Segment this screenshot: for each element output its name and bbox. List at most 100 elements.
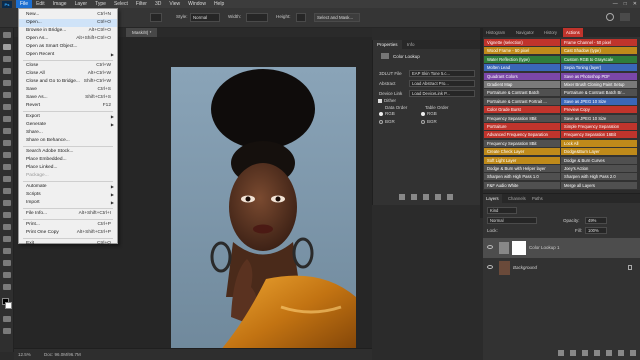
menu-edit[interactable]: Edit [32, 0, 49, 8]
quick-select-tool-icon[interactable] [3, 68, 11, 74]
blend-mode-select[interactable]: Normal [487, 217, 537, 224]
action-button[interactable]: Cast Shadow (type) [561, 47, 637, 55]
file-menu-item[interactable]: Browse in Bridge... Alt+Ctrl+O [19, 27, 117, 35]
more-tools-icon[interactable] [3, 284, 11, 290]
background-color-swatch[interactable] [5, 302, 12, 309]
frame-tool-icon[interactable] [3, 92, 11, 98]
view-previous-icon[interactable] [411, 194, 417, 200]
visibility-eye-icon[interactable] [487, 265, 493, 269]
fill-field[interactable]: 100% [585, 227, 607, 234]
close-icon[interactable]: ✕ [633, 1, 637, 7]
action-button[interactable]: Dodge&Burn Layer [561, 148, 637, 156]
gradient-tool-icon[interactable] [3, 176, 11, 182]
link-layers-icon[interactable] [558, 350, 564, 356]
shape-tool-icon[interactable] [3, 248, 11, 254]
action-button[interactable]: Simple Frequency Separation [561, 123, 637, 130]
lut-file-select[interactable]: EAP Skin Tone 5.c... [409, 70, 475, 77]
select-and-mask-button[interactable]: Select and Mask... [314, 13, 360, 22]
search-icon[interactable] [606, 13, 614, 21]
file-menu-item[interactable]: Print One Copy Alt+Shift+Ctrl+P [19, 229, 117, 237]
table-order-rgb-radio[interactable] [421, 112, 425, 116]
file-menu-item[interactable]: Place Linked... [19, 164, 117, 172]
action-button[interactable]: Lock All [561, 139, 637, 147]
menu-type[interactable]: Type [91, 0, 110, 8]
action-button[interactable]: Frequency Separation 16Bit [561, 131, 637, 139]
action-button[interactable]: Sharpen with High Pass 1.0 [484, 173, 560, 181]
menu-3d[interactable]: 3D [151, 0, 165, 8]
file-menu-item[interactable]: Close Ctrl+W [19, 62, 117, 70]
tab-actions[interactable]: Actions [563, 28, 583, 37]
width-field[interactable] [246, 13, 268, 22]
pen-tool-icon[interactable] [3, 212, 11, 218]
tab-histogram[interactable]: Histogram [483, 28, 508, 37]
layer-name[interactable]: Color Lookup 1 [529, 245, 560, 250]
feather-field[interactable] [150, 13, 162, 22]
zoom-level[interactable]: 12.5% [18, 352, 31, 357]
action-button[interactable]: Frame Channel - 50 pixel [561, 39, 637, 46]
move-tool-icon[interactable] [3, 32, 11, 38]
visibility-eye-icon[interactable] [487, 245, 493, 249]
menu-help[interactable]: Help [210, 0, 228, 8]
action-button[interactable]: Preview Copy [561, 106, 637, 114]
menu-file[interactable]: File [16, 0, 33, 8]
dither-checkbox[interactable] [378, 99, 382, 103]
action-button[interactable]: Portraiture & Contrast Batch Br... [561, 89, 637, 97]
maximize-icon[interactable]: □ [624, 1, 627, 7]
stamp-tool-icon[interactable] [3, 140, 11, 146]
action-button[interactable]: Water Reflection (type) [484, 55, 560, 63]
file-menu-item[interactable]: Share... [19, 129, 117, 137]
new-layer-icon[interactable] [618, 350, 624, 356]
file-menu-item[interactable]: Scripts ▶ [19, 191, 117, 199]
action-button[interactable]: Portraiture [484, 123, 560, 130]
file-menu-item[interactable]: Share on Behance... [19, 137, 117, 145]
action-button[interactable]: Save as JPEG 10 Size [561, 114, 637, 122]
devicelink-radio-label[interactable]: Device Link [379, 91, 402, 96]
file-menu-item[interactable]: Search Adobe Stock... [19, 148, 117, 156]
action-button[interactable]: Gradient Map [484, 81, 560, 88]
tab-channels[interactable]: Channels [505, 194, 529, 203]
action-button[interactable]: Wood Frame - 50 pixel [484, 47, 560, 55]
menu-layer[interactable]: Layer [71, 0, 92, 8]
action-button[interactable]: Frequency Separation 8Bit [484, 139, 560, 147]
layer-mask-thumbnail[interactable] [512, 241, 526, 255]
eyedropper-tool-icon[interactable] [3, 104, 11, 110]
file-menu-item[interactable]: Revert F12 [19, 102, 117, 110]
new-adjustment-icon[interactable] [594, 350, 600, 356]
action-button[interactable]: Custom RGB to Grayscale [561, 55, 637, 63]
action-button[interactable]: Create Check Layer [484, 148, 560, 156]
layer-name[interactable]: Background [513, 265, 537, 270]
fx-icon[interactable] [570, 350, 576, 356]
workspace-icon[interactable] [620, 13, 630, 21]
zoom-tool-icon[interactable] [3, 272, 11, 278]
action-button[interactable]: Sepia Toning (layer) [561, 64, 637, 72]
layer-filter-kind[interactable]: Kind [487, 207, 517, 214]
devicelink-select[interactable]: Load DeviceLink P... [409, 90, 475, 97]
action-button[interactable]: Vignette (selection) [484, 39, 560, 46]
tab-navigator[interactable]: Navigator [513, 28, 537, 37]
hand-tool-icon[interactable] [3, 260, 11, 266]
data-order-rgb-radio[interactable] [379, 112, 383, 116]
action-button[interactable]: Mixer Brush Cloning Paint Setup [561, 81, 637, 88]
action-button[interactable]: Merge all Layers [561, 181, 637, 189]
dodge-tool-icon[interactable] [3, 200, 11, 206]
layer-row-color-lookup[interactable]: Color Lookup 1 [483, 238, 640, 258]
action-button[interactable]: F&F Audio White [484, 181, 560, 189]
action-button[interactable]: Portraiture & Contrast Portrait ... [484, 97, 560, 105]
file-menu-item[interactable]: Save Ctrl+S [19, 86, 117, 94]
brush-tool-icon[interactable] [3, 128, 11, 134]
action-button[interactable]: Frequency Separation 8Bit [484, 114, 560, 122]
action-button[interactable]: Color Grade Burst [484, 106, 560, 114]
file-menu-item[interactable]: Place Embedded... [19, 156, 117, 164]
new-group-icon[interactable] [606, 350, 612, 356]
action-button[interactable]: Molten Lead [484, 64, 560, 72]
file-menu-item[interactable]: File Info... Alt+Shift+Ctrl+I [19, 210, 117, 218]
style-select[interactable]: Normal [190, 13, 220, 22]
file-menu-item[interactable]: Open Recent ▶ [19, 51, 117, 59]
file-menu-item[interactable]: Export ▶ [19, 113, 117, 121]
file-menu-item[interactable]: Print... Ctrl+P [19, 221, 117, 229]
file-menu-item[interactable]: Generate ▶ [19, 121, 117, 129]
tab-info[interactable]: Info [403, 40, 419, 49]
action-button[interactable]: Dodge & Burn Curves [561, 156, 637, 164]
path-select-tool-icon[interactable] [3, 236, 11, 242]
eraser-tool-icon[interactable] [3, 164, 11, 170]
